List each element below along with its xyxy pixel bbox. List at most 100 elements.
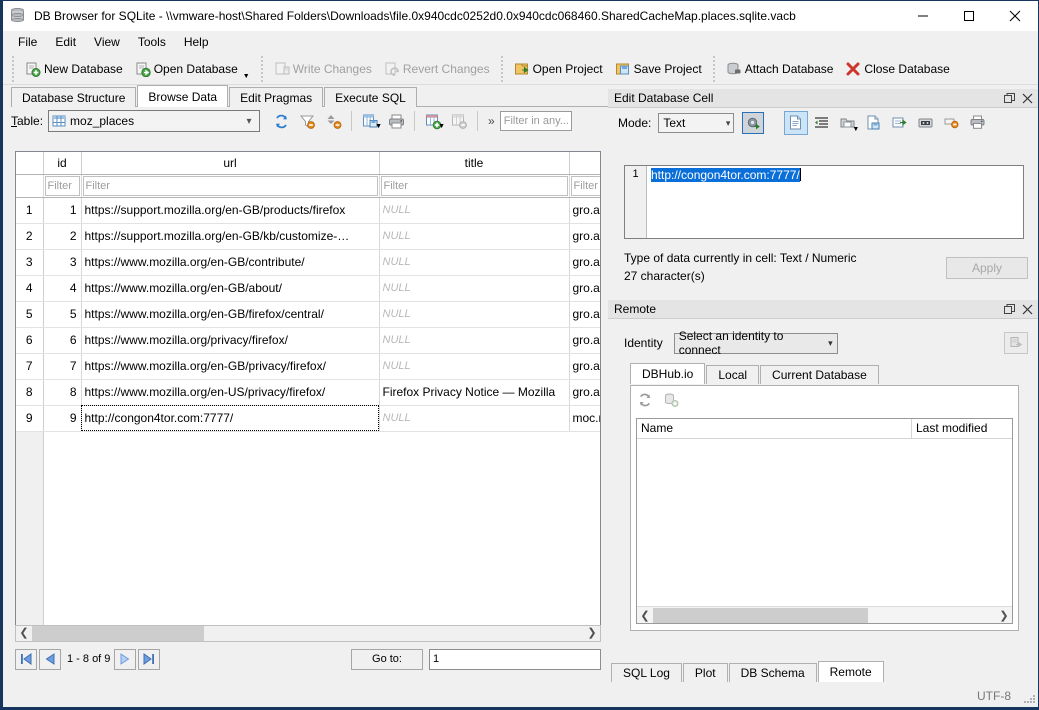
identity-select[interactable]: Select an identity to connect ▾: [673, 329, 838, 357]
bottom-tab-sql-log[interactable]: SQL Log: [611, 663, 682, 682]
cell-id[interactable]: 3: [43, 249, 82, 276]
clear-sorting-button[interactable]: [320, 109, 346, 133]
minimize-button[interactable]: [900, 1, 946, 31]
cell-id[interactable]: 8: [43, 379, 82, 406]
open-project-button[interactable]: Open Project: [508, 56, 609, 82]
scroll-right-icon[interactable]: ❯: [584, 626, 600, 641]
scroll-left-icon[interactable]: ❮: [16, 626, 32, 641]
delete-record-button[interactable]: [446, 109, 472, 133]
mode-select[interactable]: Text ▾: [658, 113, 735, 133]
row-number[interactable]: 1: [16, 197, 44, 224]
scroll-right-icon[interactable]: ❯: [996, 609, 1012, 622]
cell-url[interactable]: https://www.mozilla.org/privacy/firefox/: [81, 327, 380, 354]
apply-button[interactable]: Apply: [946, 257, 1028, 279]
filter-cell-title[interactable]: Filter: [379, 174, 570, 198]
print-button[interactable]: [383, 109, 409, 133]
grid-corner-header[interactable]: [16, 152, 44, 175]
cell-title[interactable]: NULL: [379, 249, 570, 276]
cell-url-selected[interactable]: http://congon4tor.com:7777/: [81, 405, 380, 432]
open-database-button[interactable]: Open Database ▼: [129, 56, 256, 82]
close-button[interactable]: [992, 1, 1038, 31]
cell-id[interactable]: 5: [43, 301, 82, 328]
refresh-button[interactable]: [268, 109, 294, 133]
float-panel-icon[interactable]: [1000, 300, 1018, 318]
editor-content[interactable]: http://congon4tor.com:7777/: [647, 166, 1023, 238]
set-as-null-button[interactable]: [888, 111, 912, 135]
cell-title[interactable]: NULL: [379, 405, 570, 432]
scroll-left-icon[interactable]: ❮: [637, 609, 653, 622]
remote-database-list[interactable]: Name Last modified ❮ ❯: [636, 418, 1013, 624]
table-row[interactable]: 3 3 https://www.mozilla.org/en-GB/contri…: [16, 249, 600, 276]
cell-url[interactable]: https://www.mozilla.org/en-GB/firefox/ce…: [81, 301, 380, 328]
next-page-button[interactable]: [114, 648, 137, 670]
cell-id[interactable]: 7: [43, 353, 82, 380]
scrollbar-track[interactable]: [653, 607, 996, 623]
bottom-tab-plot[interactable]: Plot: [682, 663, 728, 682]
tab-execute-sql[interactable]: Execute SQL: [324, 87, 417, 107]
cell-url[interactable]: https://support.mozilla.org/en-GB/produc…: [81, 197, 380, 224]
cell-url[interactable]: https://support.mozilla.org/en-GB/kb/cus…: [81, 223, 380, 250]
bottom-tab-remote[interactable]: Remote: [817, 661, 884, 682]
remote-list-horizontal-scrollbar[interactable]: ❮ ❯: [637, 606, 1012, 623]
remove-formatting-button[interactable]: [940, 111, 964, 135]
close-panel-icon[interactable]: [1018, 89, 1036, 107]
previous-page-button[interactable]: [39, 648, 61, 670]
goto-input[interactable]: 1: [429, 648, 601, 670]
filter-input-host[interactable]: Filter: [570, 175, 600, 196]
save-project-button[interactable]: Save Project: [609, 56, 708, 82]
row-number[interactable]: 5: [16, 301, 44, 328]
close-database-button[interactable]: Close Database: [839, 56, 955, 82]
row-number[interactable]: 4: [16, 275, 44, 302]
insert-record-button[interactable]: ▼: [420, 109, 446, 133]
menu-file[interactable]: File: [9, 32, 46, 52]
cell-url[interactable]: https://www.mozilla.org/en-GB/contribute…: [81, 249, 380, 276]
attach-database-button[interactable]: Attach Database: [720, 56, 840, 82]
table-row[interactable]: 8 8 https://www.mozilla.org/en-US/privac…: [16, 379, 600, 406]
remote-column-name[interactable]: Name: [637, 419, 912, 438]
clear-filters-button[interactable]: [294, 109, 320, 133]
cell-id[interactable]: 4: [43, 275, 82, 302]
cell-host[interactable]: gro.al: [569, 327, 600, 354]
menu-help[interactable]: Help: [175, 32, 218, 52]
insert-record-dropdown-icon[interactable]: ▼: [438, 123, 445, 130]
row-number[interactable]: 9: [16, 405, 44, 432]
filter-input-title[interactable]: Filter: [380, 175, 568, 196]
row-number[interactable]: 6: [16, 327, 44, 354]
save-results-dropdown-icon[interactable]: ▼: [375, 123, 382, 130]
cell-title[interactable]: NULL: [379, 353, 570, 380]
cell-host[interactable]: moc.n: [569, 405, 600, 432]
bottom-tab-db-schema[interactable]: DB Schema: [728, 663, 817, 682]
open-in-external-button[interactable]: [914, 111, 938, 135]
cell-title[interactable]: NULL: [379, 327, 570, 354]
clone-database-icon[interactable]: [663, 392, 679, 408]
import-data-button[interactable]: ▼: [836, 111, 860, 135]
menu-edit[interactable]: Edit: [46, 32, 85, 52]
table-row[interactable]: 5 5 https://www.mozilla.org/en-GB/firefo…: [16, 301, 600, 328]
maximize-button[interactable]: [946, 1, 992, 31]
word-wrap-button[interactable]: [810, 111, 834, 135]
filter-in-any-column-input[interactable]: Filter in any...: [499, 111, 572, 131]
cell-host[interactable]: gro.al: [569, 301, 600, 328]
export-data-button[interactable]: [862, 111, 886, 135]
cell-title[interactable]: NULL: [379, 275, 570, 302]
row-number[interactable]: 3: [16, 249, 44, 276]
menu-tools[interactable]: Tools: [129, 32, 175, 52]
open-database-dropdown-icon[interactable]: ▼: [243, 73, 250, 80]
table-select[interactable]: moz_places ▾: [48, 110, 261, 132]
save-results-button[interactable]: ▼: [357, 109, 383, 133]
float-panel-icon[interactable]: [1000, 89, 1018, 107]
cell-url[interactable]: https://www.mozilla.org/en-GB/about/: [81, 275, 380, 302]
table-row[interactable]: 2 2 https://support.mozilla.org/en-GB/kb…: [16, 223, 600, 250]
cell-editor[interactable]: 1 http://congon4tor.com:7777/: [624, 165, 1024, 239]
cell-id[interactable]: 9: [43, 405, 82, 432]
table-row[interactable]: 4 4 https://www.mozilla.org/en-GB/about/…: [16, 275, 600, 302]
apply-data-button[interactable]: [742, 112, 765, 134]
table-row[interactable]: 9 9 http://congon4tor.com:7777/ NULL moc…: [16, 405, 600, 432]
remote-tab-current-database[interactable]: Current Database: [760, 365, 879, 384]
cell-host[interactable]: gro.al: [569, 223, 600, 250]
cell-url[interactable]: https://www.mozilla.org/en-US/privacy/fi…: [81, 379, 380, 406]
first-page-button[interactable]: [15, 648, 37, 670]
cell-host[interactable]: gro.al: [569, 197, 600, 224]
cell-id[interactable]: 1: [43, 197, 82, 224]
table-row[interactable]: 1 1 https://support.mozilla.org/en-GB/pr…: [16, 197, 600, 224]
